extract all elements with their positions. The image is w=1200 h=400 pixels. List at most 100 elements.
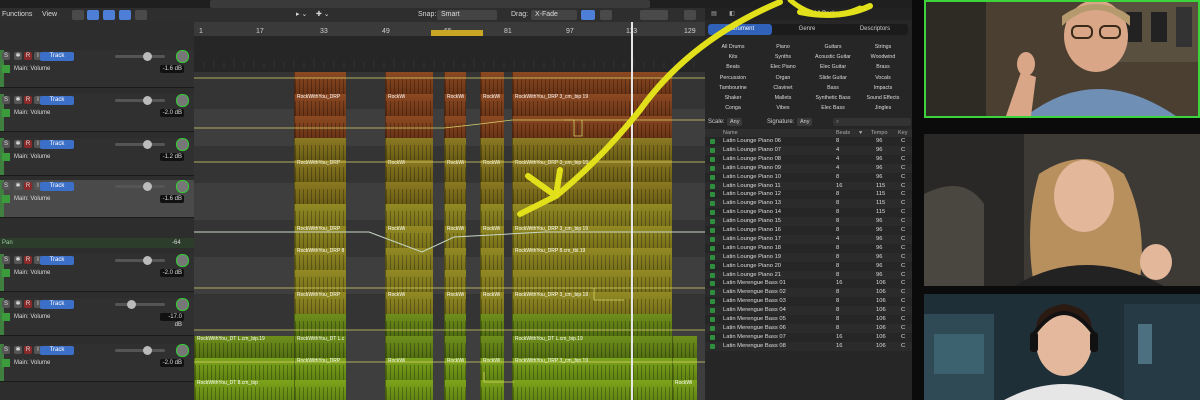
scissors-icon[interactable] — [103, 10, 115, 20]
automation-toggle[interactable] — [2, 65, 10, 73]
track-header[interactable]: S ✱ R I Track Main: Volume -2.0 dB — [0, 94, 194, 132]
keyword-button[interactable]: Guitars — [808, 43, 858, 51]
track-name-button[interactable]: Track — [40, 346, 74, 355]
volume-knob[interactable] — [143, 346, 152, 355]
track-name-button[interactable]: Track — [40, 52, 74, 61]
track-name-button[interactable]: Track — [40, 300, 74, 309]
zoom-out-icon[interactable] — [600, 10, 612, 20]
view-menu[interactable]: View — [42, 8, 57, 22]
keyword-button[interactable]: Strings — [858, 43, 908, 51]
keyword-button[interactable]: Beats — [708, 63, 758, 71]
volume-knob[interactable] — [143, 140, 152, 149]
loop-row[interactable]: Latin Merengue Bass 01 16 106 C — [705, 279, 912, 288]
keyword-button[interactable]: Conga — [708, 104, 758, 112]
loop-row[interactable]: Latin Lounge Piano 10 8 96 C — [705, 173, 912, 182]
loop-row[interactable]: Latin Merengue Bass 04 8 106 C — [705, 306, 912, 315]
loop-row[interactable]: Latin Merengue Bass 08 16 106 C — [705, 341, 912, 351]
loop-row[interactable]: Latin Lounge Piano 18 8 96 C — [705, 244, 912, 253]
keyword-button[interactable]: Synths — [758, 53, 808, 61]
record-button[interactable]: R — [24, 140, 32, 148]
automation-param[interactable]: Main: Volume — [14, 359, 50, 368]
volume-slider[interactable] — [115, 52, 165, 61]
snap-select[interactable]: Smart — [437, 10, 497, 20]
keyword-button[interactable]: Synthetic Bass — [808, 94, 858, 102]
keyword-button[interactable]: Mallets — [758, 94, 808, 102]
video-tile-guest[interactable] — [924, 134, 1200, 286]
pan-value[interactable]: -64 — [172, 238, 181, 248]
keyword-button[interactable]: Jingles — [858, 104, 908, 112]
automation-param[interactable]: Main: Volume — [14, 269, 50, 278]
keyword-button[interactable]: Clavinet — [758, 84, 808, 92]
automation-toggle[interactable] — [2, 153, 10, 161]
freeze-icon[interactable]: ✱ — [14, 346, 22, 354]
keyword-button[interactable]: Elec Piano — [758, 63, 808, 71]
pan-knob[interactable] — [176, 180, 189, 193]
volume-slider[interactable] — [115, 346, 165, 355]
arrange-area[interactable]: RockWithYou_DRP RockWi RockWi RockWi RockWit… — [194, 72, 705, 400]
loop-row[interactable]: Latin Lounge Piano 21 8 96 C — [705, 270, 912, 280]
track-header[interactable]: S ✱ R I Track Main: Volume -2.0 dB — [0, 344, 194, 382]
pan-knob[interactable] — [176, 344, 189, 357]
freeze-icon[interactable]: ✱ — [14, 52, 22, 60]
loop-row[interactable]: Latin Lounge Piano 14 8 115 C — [705, 208, 912, 217]
zoom-slider[interactable] — [640, 10, 668, 20]
col-name[interactable]: Name — [723, 129, 738, 137]
record-button[interactable]: R — [24, 52, 32, 60]
pan-knob[interactable] — [176, 94, 189, 107]
record-button[interactable]: R — [24, 182, 32, 190]
keyword-button[interactable]: Piano — [758, 43, 808, 51]
keyword-button[interactable]: Percussion — [708, 74, 758, 82]
keyword-button[interactable]: Impacts — [858, 84, 908, 92]
track-header[interactable]: S ✱ R I Track Main: Volume -1.6 dB — [0, 180, 194, 218]
mute-button[interactable]: S — [2, 300, 10, 308]
favorite-heart-icon[interactable]: ♥ — [859, 129, 862, 137]
loop-row[interactable]: Latin Merengue Bass 07 16 106 C — [705, 333, 912, 342]
autozoom-icon[interactable] — [581, 10, 595, 20]
track-name-button[interactable]: Track — [40, 256, 74, 265]
keyword-button[interactable]: Bass — [808, 84, 858, 92]
loop-row[interactable]: Latin Lounge Piano 06 8 96 C — [705, 137, 912, 146]
track-name-button[interactable]: Track — [40, 140, 74, 149]
record-button[interactable]: R — [24, 256, 32, 264]
flex-icon[interactable] — [119, 10, 131, 20]
volume-slider[interactable] — [115, 140, 165, 149]
loop-row[interactable]: Latin Lounge Piano 16 8 96 C — [705, 226, 912, 235]
freeze-icon[interactable]: ✱ — [14, 96, 22, 104]
freeze-icon[interactable]: ✱ — [14, 256, 22, 264]
automation-toggle[interactable] — [2, 359, 10, 367]
loop-row[interactable]: Latin Lounge Piano 19 8 96 C — [705, 252, 912, 262]
automation-value[interactable]: -2.0 dB — [160, 269, 184, 277]
keyword-button[interactable]: Vibes — [758, 104, 808, 112]
col-tempo[interactable]: Tempo — [871, 129, 888, 137]
volume-knob[interactable] — [143, 256, 152, 265]
zoom-in-icon[interactable] — [684, 10, 696, 20]
track-name-button[interactable]: Track — [40, 182, 74, 191]
mute-button[interactable]: S — [2, 52, 10, 60]
search-field[interactable]: ⌕ — [833, 118, 911, 126]
loop-row[interactable]: Latin Lounge Piano 15 8 96 C — [705, 217, 912, 226]
track-header[interactable]: S ✱ R I Track Main: Volume -1.2 dB — [0, 138, 194, 176]
automation-value[interactable]: -2.0 dB — [160, 359, 184, 367]
automation-param[interactable]: Main: Volume — [14, 313, 50, 322]
video-tile-student[interactable] — [924, 294, 1200, 400]
drag-select[interactable]: X-Fade — [531, 10, 577, 20]
col-key[interactable]: Key — [898, 129, 907, 137]
keyword-button[interactable]: Brass — [858, 63, 908, 71]
pencil-tool-icon[interactable]: ✚ ⌄ — [316, 8, 330, 22]
automation-toggle[interactable] — [2, 269, 10, 277]
keyword-button[interactable]: Elec Guitar — [808, 63, 858, 71]
genre-segment[interactable]: Genre — [774, 24, 840, 35]
automation-toggle[interactable] — [2, 195, 10, 203]
keyword-button[interactable]: Acoustic Guitar — [808, 53, 858, 61]
pan-automation-row[interactable]: Pan -64 — [0, 238, 194, 248]
list-view-icon[interactable] — [87, 10, 99, 20]
record-button[interactable]: R — [24, 300, 32, 308]
loop-row[interactable]: Latin Merengue Bass 05 8 106 C — [705, 315, 912, 324]
mute-button[interactable]: S — [2, 140, 10, 148]
record-button[interactable]: R — [24, 346, 32, 354]
volume-knob[interactable] — [143, 52, 152, 61]
loop-row[interactable]: Latin Lounge Piano 13 8 115 C — [705, 199, 912, 209]
automation-toggle[interactable] — [2, 109, 10, 117]
track-name-button[interactable]: Track — [40, 96, 74, 105]
automation-param[interactable]: Main: Volume — [14, 65, 50, 74]
